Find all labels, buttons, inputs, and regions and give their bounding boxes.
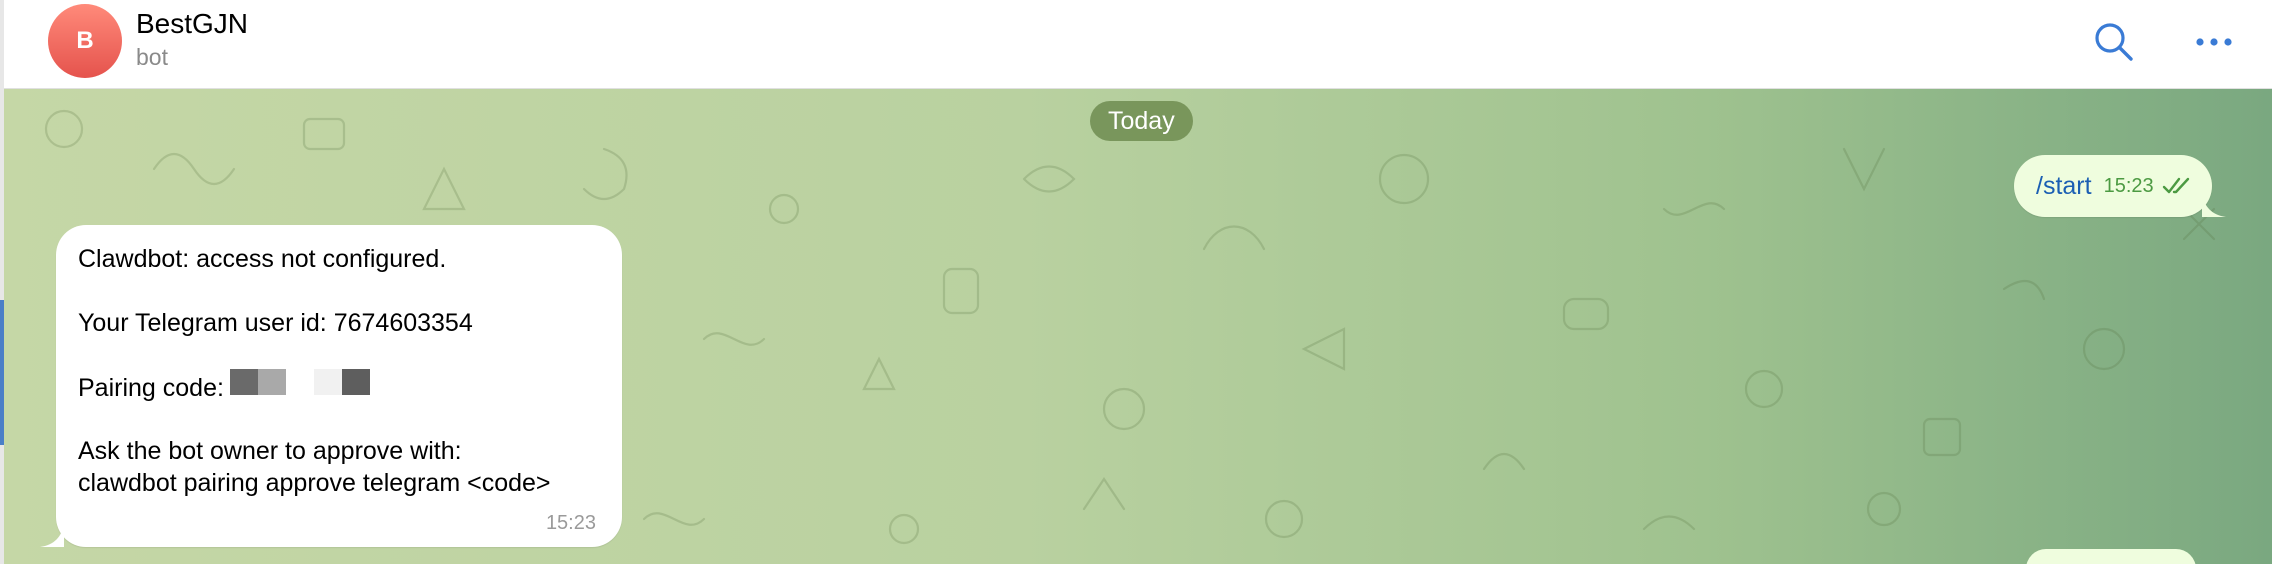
bubble-tail-icon bbox=[2201, 193, 2226, 217]
message-line: Pairing code: bbox=[78, 369, 370, 406]
incoming-message[interactable]: Clawdbot: access not configured. Your Te… bbox=[40, 225, 622, 547]
pairing-code-label: Pairing code: bbox=[78, 374, 224, 403]
outgoing-message-partial[interactable] bbox=[2026, 549, 2196, 564]
search-button[interactable] bbox=[2086, 14, 2142, 70]
chat-header: B BestGJN bot bbox=[4, 0, 2272, 89]
avatar[interactable]: B bbox=[48, 4, 122, 78]
double-check-icon bbox=[2162, 177, 2189, 194]
redacted-code bbox=[229, 369, 370, 402]
chat-title[interactable]: BestGJN bbox=[136, 8, 248, 40]
date-separator: Today bbox=[1090, 101, 1193, 141]
telegram-window: B BestGJN bot Today /start 15:23 Clawdbo… bbox=[0, 0, 2272, 564]
more-button[interactable] bbox=[2186, 14, 2242, 70]
command-link[interactable]: /start bbox=[2036, 172, 2092, 201]
bubble-tail-icon bbox=[40, 523, 64, 547]
message-line: Ask the bot owner to approve with: bbox=[78, 437, 462, 465]
chat-subtitle: bot bbox=[136, 44, 168, 70]
chat-area[interactable]: Today /start 15:23 Clawdbot: access not … bbox=[4, 89, 2272, 564]
more-icon bbox=[2196, 38, 2232, 46]
message-line: Your Telegram user id: 7674603354 bbox=[78, 309, 473, 337]
message-line: Clawdbot: access not configured. bbox=[78, 245, 447, 273]
message-line: clawdbot pairing approve telegram <code> bbox=[78, 469, 551, 497]
search-icon bbox=[2095, 23, 2133, 61]
outgoing-message[interactable]: /start 15:23 bbox=[2014, 155, 2226, 217]
message-time: 15:23 bbox=[545, 512, 596, 534]
message-time: 15:23 bbox=[2103, 174, 2154, 197]
